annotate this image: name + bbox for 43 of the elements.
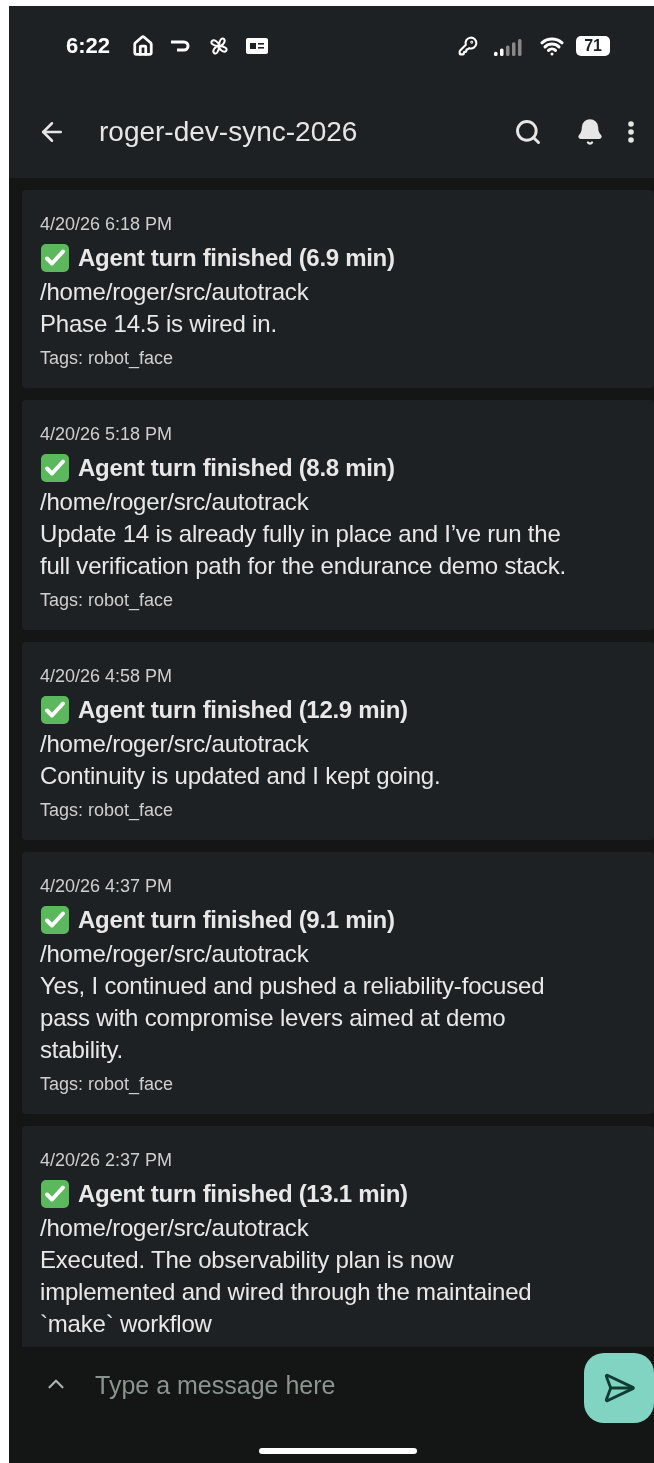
- message-tags: Tags: robot_face: [40, 346, 594, 370]
- message-title: Agent turn finished (9.1 min): [78, 905, 395, 935]
- message-path: /home/roger/src/autotrack: [40, 1213, 310, 1243]
- message-path: /home/roger/src/autotrack: [40, 487, 310, 517]
- message-input[interactable]: Type a message here: [93, 1353, 560, 1417]
- message-title: Agent turn finished (8.8 min): [78, 453, 395, 483]
- message-body: Yes, I continued and pushed a reliability-focused pass with compromise levers aimed at demo stability.: [40, 971, 546, 1065]
- menu-icon: [628, 121, 634, 143]
- message-timestamp: 4/20/26 5:18 PM: [40, 423, 174, 446]
- message-tags: Tags: robot_face: [40, 798, 594, 822]
- check-mark-icon: [40, 1179, 70, 1209]
- home-icon: [132, 35, 155, 57]
- message-title: Agent turn finished (6.9 min): [78, 243, 395, 273]
- message-timestamp: 4/20/26 4:37 PM: [40, 875, 174, 898]
- bell-icon: [576, 118, 604, 146]
- send-button[interactable]: [584, 1353, 654, 1423]
- check-mark-icon: [40, 695, 70, 725]
- battery-level: 71: [576, 36, 610, 56]
- message-timestamp: 4/20/26 2:37 PM: [40, 1149, 174, 1172]
- message-path: /home/roger/src/autotrack: [40, 277, 310, 307]
- signal-icon: [494, 36, 525, 56]
- send-icon: [602, 1371, 636, 1405]
- message-path: /home/roger/src/autotrack: [40, 729, 310, 759]
- message-tags: Tags: robot_face: [40, 1072, 594, 1096]
- status-time: 6:22: [66, 33, 111, 59]
- message-timestamp: 4/20/26 6:18 PM: [40, 213, 174, 236]
- check-mark-icon: [40, 243, 70, 273]
- key-icon: [458, 36, 479, 56]
- message-title: Agent turn finished (12.9 min): [78, 695, 408, 725]
- check-mark-icon: [40, 453, 70, 483]
- message-body: Continuity is updated and I kept going.: [40, 761, 442, 791]
- news-icon: [246, 38, 269, 54]
- check-mark-icon: [40, 905, 70, 935]
- search-icon: [514, 118, 542, 146]
- message-body: Update 14 is already fully in place and I’ve run the full verification path for the endurance demo stack.: [40, 519, 567, 581]
- message-timestamp: 4/20/26 4:58 PM: [40, 665, 174, 688]
- message-tags: Tags: robot_face: [40, 588, 594, 612]
- pinwheel-icon: [208, 35, 231, 57]
- message-body: Executed. The observability plan is now implemented and wired through the maintained `make` workflow: [40, 1245, 533, 1339]
- message-title: Agent turn finished (13.1 min): [78, 1179, 408, 1209]
- channel-title: roger-dev-sync-2026: [99, 116, 359, 148]
- message-body: Phase 14.5 is wired in.: [40, 309, 278, 339]
- message-path: /home/roger/src/autotrack: [40, 939, 310, 969]
